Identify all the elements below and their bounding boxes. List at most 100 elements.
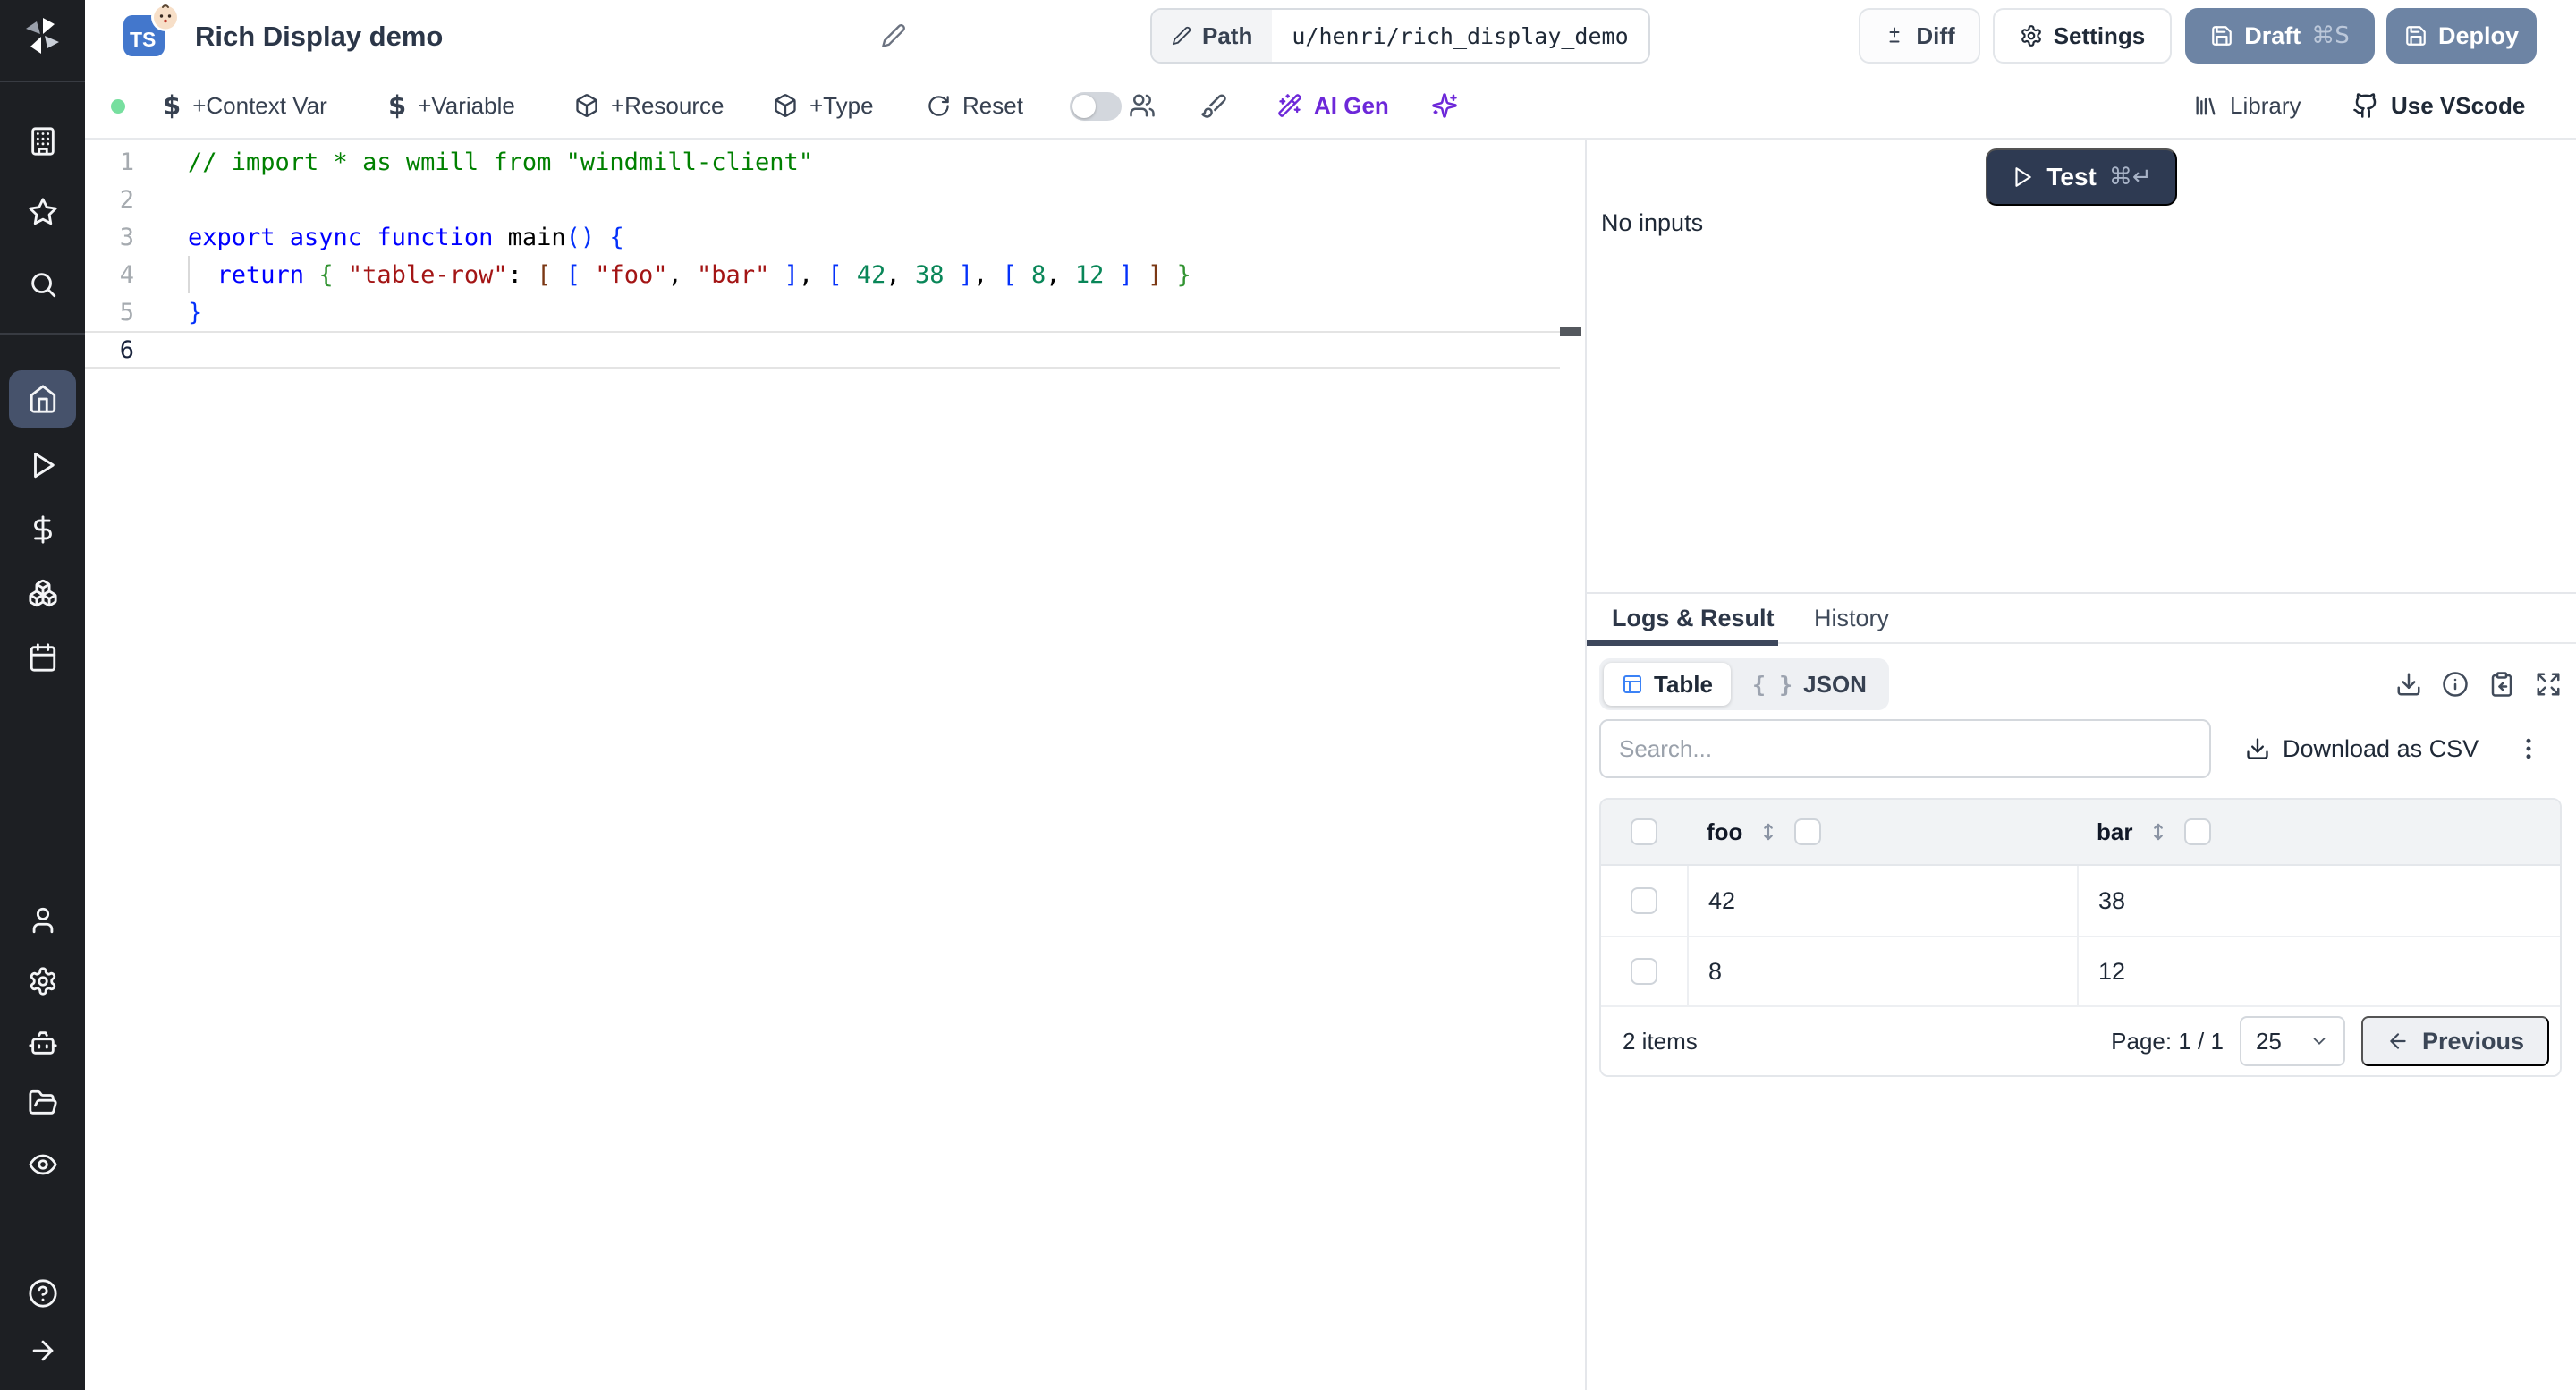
sidebar-item-workspace[interactable] xyxy=(0,113,85,170)
package-icon xyxy=(775,94,796,117)
multiplayer-users-icon[interactable] xyxy=(1129,73,1156,138)
path-label-segment: Path xyxy=(1152,10,1273,62)
multiplayer-toggle[interactable] xyxy=(1070,92,1122,121)
sidebar-item-resources[interactable] xyxy=(0,564,85,622)
code-token: 42 xyxy=(856,260,886,289)
download-csv-button[interactable]: Download as CSV xyxy=(2245,719,2479,778)
add-variable-label: +Variable xyxy=(418,91,515,119)
path-value: u/henri/rich_display_demo xyxy=(1272,10,1648,62)
code-token: 8 xyxy=(1031,260,1046,289)
github-icon xyxy=(2353,93,2377,118)
script-emoji-avatar xyxy=(150,2,181,32)
code-token: "foo" xyxy=(595,260,668,289)
expand-icon[interactable] xyxy=(2535,671,2562,698)
code-line[interactable]: 6 xyxy=(85,331,1560,369)
code-line[interactable]: 4 return { "table-row": [ [ "foo", "bar"… xyxy=(85,256,1560,293)
row-checkbox[interactable] xyxy=(1631,887,1657,914)
column-bar-checkbox[interactable] xyxy=(2184,818,2212,845)
toggle-knob xyxy=(1072,95,1096,118)
sidebar-item-search[interactable] xyxy=(0,256,85,313)
settings-button[interactable]: Settings xyxy=(1993,8,2172,64)
code-text: return { "table-row": [ [ "foo", "bar" ]… xyxy=(188,261,1191,289)
add-resource-button[interactable]: +Resource xyxy=(574,73,724,138)
sidebar-item-folders[interactable] xyxy=(0,1074,85,1131)
draft-button[interactable]: Draft ⌘S xyxy=(2185,8,2375,64)
table-row: 8 12 xyxy=(1601,937,2560,1007)
row-checkbox[interactable] xyxy=(1631,958,1657,985)
active-tab-underline xyxy=(1587,640,1778,646)
rotate-icon xyxy=(928,95,949,116)
library-button[interactable]: Library xyxy=(2193,73,2301,138)
format-brush-icon[interactable] xyxy=(1200,73,1227,138)
tab-logs-result[interactable]: Logs & Result xyxy=(1612,594,1775,642)
path-label: Path xyxy=(1202,21,1253,49)
reset-button[interactable]: Reset xyxy=(927,73,1023,138)
select-all-checkbox[interactable] xyxy=(1631,818,1657,845)
sort-icon[interactable] xyxy=(2147,820,2170,843)
view-option-json[interactable]: { } JSON xyxy=(1734,663,1885,706)
column-foo-checkbox[interactable] xyxy=(1794,818,1822,845)
line-number: 4 xyxy=(119,260,134,289)
code-token: { xyxy=(609,223,624,251)
sidebar-item-user[interactable] xyxy=(0,892,85,949)
ai-gen-button[interactable]: AI Gen xyxy=(1277,73,1389,138)
use-vscode-button[interactable]: Use VScode xyxy=(2352,73,2525,138)
calendar-icon xyxy=(30,643,55,672)
sidebar-item-settings[interactable] xyxy=(0,953,85,1010)
code-line[interactable]: 3 export async function main() { xyxy=(85,218,1560,256)
deploy-button[interactable]: Deploy xyxy=(2386,8,2537,64)
sidebar-item-schedules[interactable] xyxy=(0,629,85,686)
code-text: } xyxy=(188,299,202,326)
line-number: 2 xyxy=(119,185,134,214)
code-token: : xyxy=(507,260,538,289)
add-type-button[interactable]: +Type xyxy=(773,73,874,138)
info-icon[interactable] xyxy=(2442,671,2469,698)
code-line[interactable]: 1 // import * as wmill from "windmill-cli… xyxy=(85,143,1560,181)
download-csv-label: Download as CSV xyxy=(2283,734,2479,762)
add-context-var-button[interactable]: $ +Context Var xyxy=(163,73,327,138)
code-editor[interactable]: 1 // import * as wmill from "windmill-cli… xyxy=(85,140,1583,1390)
draft-label: Draft xyxy=(2244,21,2301,49)
add-resource-label: +Resource xyxy=(611,91,724,119)
sidebar-item-runs[interactable] xyxy=(0,436,85,494)
overview-ruler-cursor-mark xyxy=(1560,327,1581,336)
code-line[interactable]: 5} xyxy=(85,293,1560,331)
code-token: 12 xyxy=(1074,260,1105,289)
download-icon[interactable] xyxy=(2395,671,2422,698)
clipboard-copy-icon[interactable] xyxy=(2488,671,2515,698)
path-button[interactable]: Path u/henri/rich_display_demo xyxy=(1150,8,1650,64)
windmill-logo[interactable] xyxy=(0,9,85,63)
play-icon xyxy=(2015,167,2032,187)
test-shortcut: ⌘↵ xyxy=(2108,164,2152,191)
code-line[interactable]: 2 xyxy=(85,181,1560,218)
code-text: export async function main() { xyxy=(188,224,624,251)
diff-button[interactable]: Diff xyxy=(1859,8,1980,64)
test-button[interactable]: Test ⌘↵ xyxy=(1986,148,2177,206)
search-input[interactable] xyxy=(1599,719,2211,778)
sidebar-item-help[interactable] xyxy=(0,1265,85,1322)
windmill-script-editor: TS Rich Display demo Path u/henri/rich_d… xyxy=(0,0,2576,1390)
sidebar xyxy=(0,0,85,1390)
sidebar-item-home[interactable] xyxy=(9,370,76,428)
code-token: , xyxy=(886,260,915,289)
view-option-table[interactable]: Table xyxy=(1604,663,1731,706)
sidebar-item-workers[interactable] xyxy=(0,1014,85,1072)
sort-icon[interactable] xyxy=(1757,820,1780,843)
previous-page-button[interactable]: Previous xyxy=(2360,1016,2549,1066)
add-variable-button[interactable]: $ +Variable xyxy=(388,73,515,138)
code-token: "bar" xyxy=(697,260,770,289)
result-tabbar: Logs & Result History xyxy=(1587,592,2576,646)
sidebar-item-variables[interactable] xyxy=(0,501,85,558)
table-menu-kebab[interactable] xyxy=(2515,735,2542,762)
sidebar-item-audit-logs[interactable] xyxy=(0,1136,85,1193)
line-number: 1 xyxy=(119,148,134,176)
sidebar-item-collapse[interactable] xyxy=(0,1322,85,1379)
save-icon xyxy=(2406,26,2426,46)
page-size-select[interactable]: 25 xyxy=(2239,1016,2345,1066)
tab-history[interactable]: History xyxy=(1814,594,1889,642)
sidebar-item-favorites[interactable] xyxy=(0,183,85,241)
sparkles-icon[interactable] xyxy=(1431,73,1458,138)
edit-title-pencil-icon[interactable] xyxy=(881,23,906,48)
